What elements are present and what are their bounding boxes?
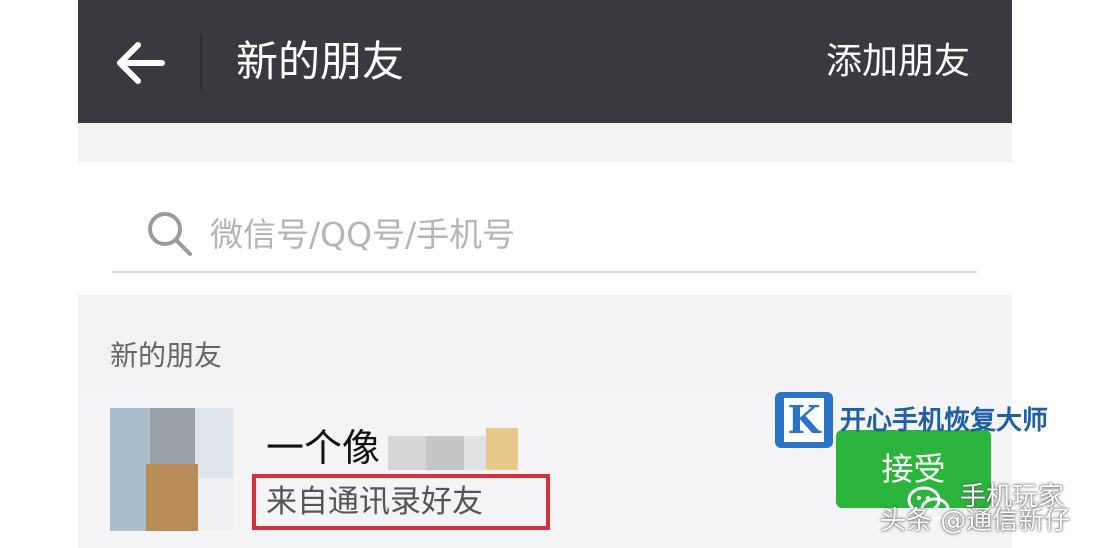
brand-name: 开心手机恢复大师 xyxy=(840,406,1049,436)
brand-logo-letter: K xyxy=(784,398,824,442)
search-panel xyxy=(78,162,1012,295)
watermark-source: 头条 @通信新仔 xyxy=(880,506,1071,536)
top-bar: 新的朋友 添加朋友 xyxy=(78,0,1012,123)
add-friend-button[interactable]: 添加朋友 xyxy=(826,36,970,88)
search-underline xyxy=(112,271,977,273)
back-arrow-icon xyxy=(117,42,165,84)
page-title: 新的朋友 xyxy=(236,37,405,86)
avatar xyxy=(110,408,233,531)
search-input[interactable] xyxy=(210,206,910,262)
back-button[interactable] xyxy=(108,30,174,96)
brand-logo: K xyxy=(775,392,833,448)
friend-source-label: 来自通讯录好友 xyxy=(252,474,550,530)
name-mosaic-blur xyxy=(388,422,518,472)
phone-screen: 新的朋友 添加朋友 新的朋友 一个像 来自通讯录好友 接受 xyxy=(78,0,1012,548)
topbar-divider xyxy=(200,34,202,90)
friend-name: 一个像 xyxy=(266,426,381,470)
section-header: 新的朋友 xyxy=(110,339,223,372)
search-icon xyxy=(148,212,192,256)
